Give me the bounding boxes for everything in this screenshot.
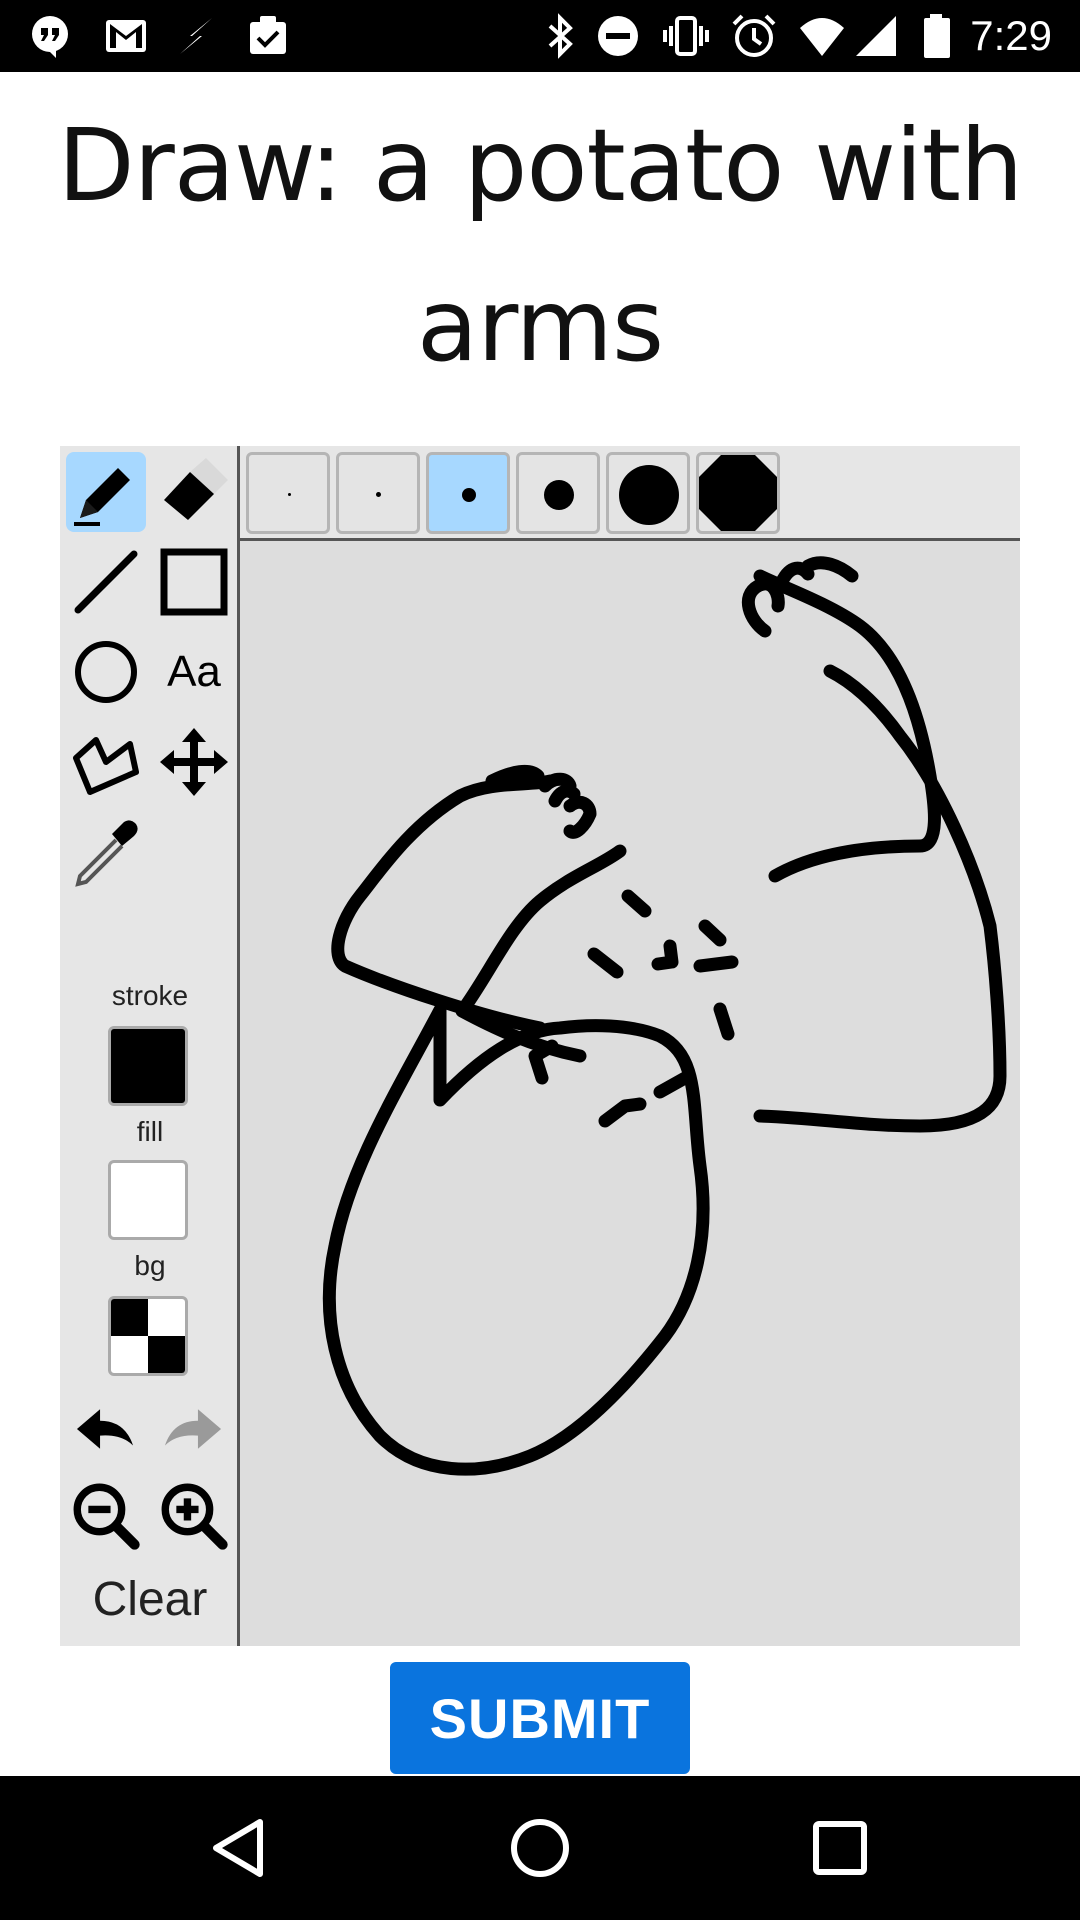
fill-label: fill [136, 1116, 164, 1147]
move-icon [160, 728, 228, 796]
zoom-out-icon [73, 1483, 140, 1550]
navigation-bar [0, 1776, 1080, 1920]
brush-size-1[interactable] [246, 452, 330, 534]
bg-color-swatch[interactable] [108, 1296, 188, 1376]
hangouts-icon [32, 16, 68, 58]
face-mark-6 [528, 1039, 559, 1085]
face-mark-3 [651, 939, 679, 971]
right-arm-outer-stroke [753, 664, 1007, 1133]
clear-button[interactable]: Clear [60, 1572, 240, 1627]
undo-icon [76, 1409, 134, 1449]
face-mark-4 [693, 955, 739, 973]
ellipse-icon [75, 641, 137, 703]
fill-color-swatch[interactable] [108, 1160, 188, 1240]
brush-size-bar [240, 446, 1020, 541]
polygon-tool[interactable] [66, 722, 146, 802]
left-arm-stroke [331, 774, 557, 1035]
redo-icon [164, 1409, 222, 1449]
bg-label: bg [134, 1250, 166, 1281]
recents-icon[interactable] [804, 1812, 876, 1884]
brush-size-4[interactable] [516, 452, 600, 534]
eraser-tool[interactable] [154, 452, 234, 532]
face-mark-7 [653, 1071, 692, 1099]
wifi-icon [800, 18, 844, 56]
stroke-color-swatch[interactable] [108, 1026, 188, 1106]
clock: 7:29 [970, 12, 1052, 59]
brush-size-6[interactable] [696, 452, 780, 534]
undo-button[interactable] [72, 1396, 138, 1462]
eraser-icon [164, 458, 228, 520]
eyedropper-tool[interactable] [66, 812, 146, 892]
gmail-icon [106, 20, 146, 52]
face-mark-8 [598, 1097, 647, 1128]
text-tool[interactable]: Aa [154, 632, 234, 712]
signal-icon [856, 16, 896, 56]
face-mark-9 [713, 1002, 735, 1041]
rectangle-icon [160, 548, 228, 616]
move-tool[interactable] [154, 722, 234, 802]
polygon-icon [73, 737, 139, 795]
zoom-in-icon [161, 1483, 228, 1550]
clipboard-check-icon [250, 16, 286, 54]
home-icon[interactable] [504, 1812, 576, 1884]
face-mark-2 [587, 947, 624, 979]
bluetooth-icon [548, 13, 573, 59]
eyedropper-icon [75, 820, 138, 887]
vibrate-icon [663, 16, 709, 56]
zoom-out-button[interactable] [68, 1478, 142, 1552]
battery-icon [924, 14, 950, 58]
brush-size-2[interactable] [336, 452, 420, 534]
left-hand-stroke [485, 764, 597, 839]
brush-size-5[interactable] [606, 452, 690, 534]
line-tool[interactable] [66, 542, 146, 622]
line-icon [74, 550, 138, 614]
face-mark-1 [621, 889, 652, 918]
pencil-tool[interactable] [66, 452, 146, 532]
right-arm-stroke [753, 569, 941, 883]
drawing-app: Aa stroke fill bg Clear [60, 446, 1020, 1646]
potato-body-stroke [322, 1003, 710, 1476]
pencil-icon [74, 468, 130, 526]
stroke-label: stroke [111, 980, 189, 1011]
submit-button[interactable]: SUBMIT [390, 1662, 690, 1774]
rectangle-tool[interactable] [154, 542, 234, 622]
toolbox: Aa stroke fill bg Clear [60, 446, 240, 1646]
brush-size-3[interactable] [426, 452, 510, 534]
ellipse-tool[interactable] [66, 632, 146, 712]
face-mark-5 [698, 919, 727, 947]
alarm-icon [732, 14, 776, 57]
do-not-disturb-icon [598, 16, 638, 56]
status-bar: 7:29 [0, 0, 1080, 72]
back-icon[interactable] [204, 1812, 276, 1884]
drawing-prompt: Draw: a potato with arms [57, 107, 1024, 384]
redo-button[interactable] [160, 1396, 226, 1462]
zoom-in-button[interactable] [156, 1478, 230, 1552]
flash-icon [180, 18, 212, 54]
